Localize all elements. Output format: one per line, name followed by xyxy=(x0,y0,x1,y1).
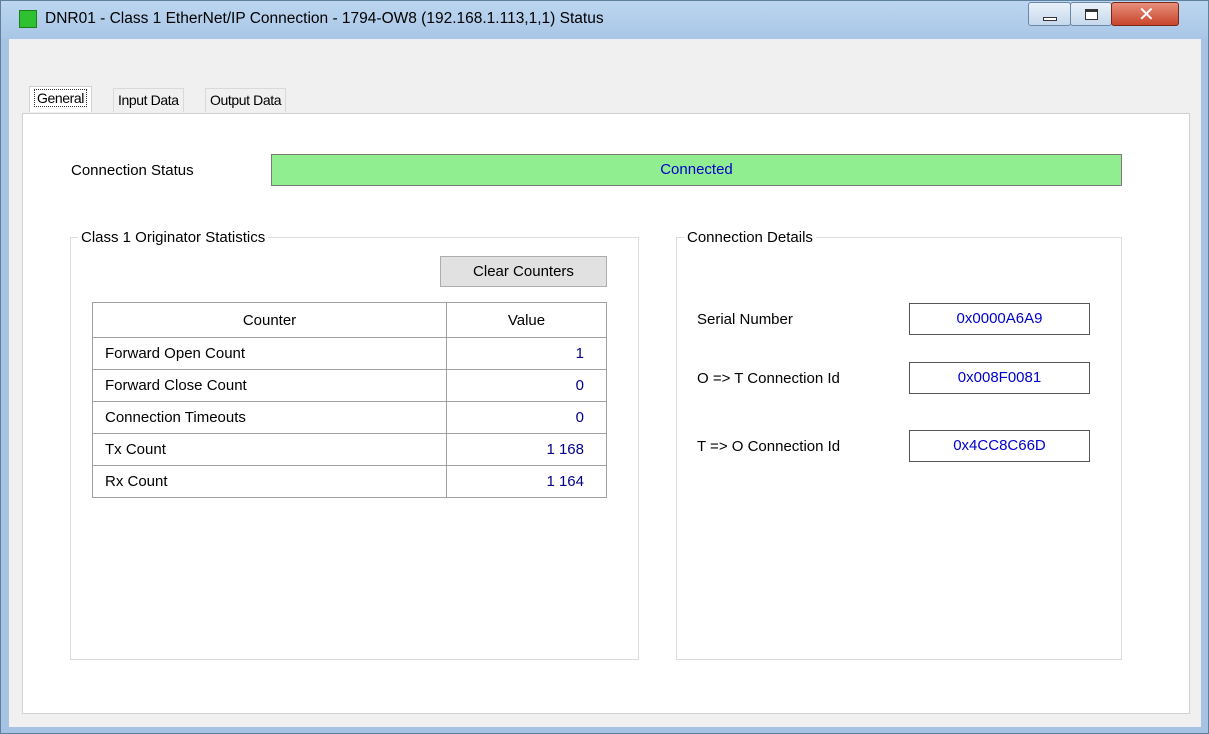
table-row[interactable]: Rx Count 1 164 xyxy=(92,465,607,498)
column-header-counter[interactable]: Counter xyxy=(92,302,447,338)
counter-value: 1 168 xyxy=(446,433,607,466)
clear-counters-button[interactable]: Clear Counters xyxy=(440,256,607,287)
connection-details-title: Connection Details xyxy=(684,229,816,246)
counter-value: 1 164 xyxy=(446,465,607,498)
serial-number-value: 0x0000A6A9 xyxy=(909,303,1090,335)
status-indicator-icon xyxy=(19,10,37,28)
to-connection-id-value: 0x4CC8C66D xyxy=(909,430,1090,462)
counter-value: 0 xyxy=(446,369,607,402)
minimize-icon xyxy=(1043,17,1057,21)
table-row[interactable]: Forward Close Count 0 xyxy=(92,369,607,402)
maximize-icon xyxy=(1085,9,1098,20)
counter-name: Forward Close Count xyxy=(92,369,447,402)
connection-status-label: Connection Status xyxy=(71,162,194,179)
close-icon: ✕ xyxy=(1138,2,1155,26)
tab-input-data-label: Input Data xyxy=(118,92,179,108)
counter-value: 1 xyxy=(446,337,607,370)
counter-name: Rx Count xyxy=(92,465,447,498)
to-connection-id-label: T => O Connection Id xyxy=(697,438,841,455)
tab-input-data[interactable]: Input Data xyxy=(113,88,184,112)
minimize-button[interactable] xyxy=(1028,2,1071,26)
counter-name: Connection Timeouts xyxy=(92,401,447,434)
tab-general-label: General xyxy=(34,89,88,107)
serial-number-label: Serial Number xyxy=(697,311,793,328)
ot-connection-id-label: O => T Connection Id xyxy=(697,370,840,387)
maximize-button[interactable] xyxy=(1070,2,1112,26)
ot-connection-id-value: 0x008F0081 xyxy=(909,362,1090,394)
tab-output-data-label: Output Data xyxy=(210,92,282,108)
table-header-row: Counter Value xyxy=(92,302,607,338)
table-row[interactable]: Tx Count 1 168 xyxy=(92,433,607,466)
table-row[interactable]: Connection Timeouts 0 xyxy=(92,401,607,434)
connection-status-value: Connected xyxy=(271,154,1122,186)
column-header-value[interactable]: Value xyxy=(446,302,607,338)
counter-name: Forward Open Count xyxy=(92,337,447,370)
window-title: DNR01 - Class 1 EtherNet/IP Connection -… xyxy=(45,10,604,27)
tab-general[interactable]: General xyxy=(29,86,93,112)
tab-output-data[interactable]: Output Data xyxy=(205,88,287,112)
close-button[interactable]: ✕ xyxy=(1111,2,1179,26)
counters-table: Counter Value Forward Open Count 1 Forwa… xyxy=(92,302,607,498)
title-bar[interactable]: DNR01 - Class 1 EtherNet/IP Connection -… xyxy=(1,1,1208,39)
counter-value: 0 xyxy=(446,401,607,434)
originator-stats-title: Class 1 Originator Statistics xyxy=(78,229,269,246)
counter-name: Tx Count xyxy=(92,433,447,466)
table-row[interactable]: Forward Open Count 1 xyxy=(92,337,607,370)
